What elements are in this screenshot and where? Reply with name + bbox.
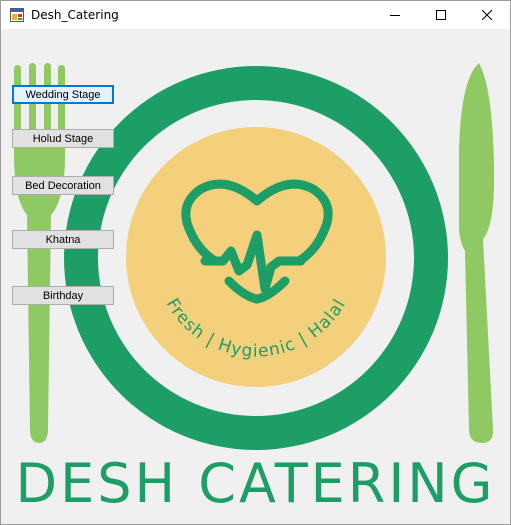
brand-title: DESH CATERING bbox=[15, 452, 496, 515]
wedding-stage-button[interactable]: Wedding Stage bbox=[12, 85, 114, 104]
birthday-button[interactable]: Birthday bbox=[12, 286, 114, 305]
khatna-button[interactable]: Khatna bbox=[12, 230, 114, 249]
window-title: Desh_Catering bbox=[31, 8, 119, 22]
close-button[interactable] bbox=[464, 1, 510, 29]
bed-decoration-button[interactable]: Bed Decoration bbox=[12, 176, 114, 195]
maximize-icon bbox=[436, 10, 446, 20]
minimize-button[interactable] bbox=[372, 1, 418, 29]
title-bar[interactable]: Desh_Catering bbox=[1, 1, 510, 29]
app-icon[interactable] bbox=[10, 8, 24, 22]
app-window: Desh_Catering Fresh | Hygienic | Halal W… bbox=[0, 0, 511, 525]
holud-stage-button[interactable]: Holud Stage bbox=[12, 129, 114, 148]
form-client-area: Fresh | Hygienic | Halal Wedding Stage H… bbox=[1, 29, 510, 524]
fork-icon bbox=[14, 63, 65, 443]
close-icon bbox=[482, 10, 492, 20]
maximize-button[interactable] bbox=[418, 1, 464, 29]
knife-icon bbox=[459, 63, 495, 443]
minimize-icon bbox=[390, 15, 400, 16]
